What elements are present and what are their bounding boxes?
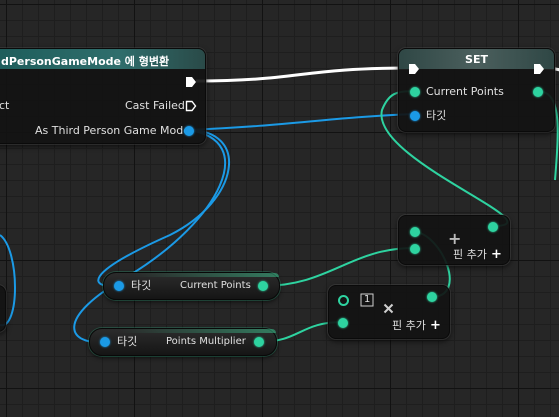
- object-wire-set-target: [187, 113, 415, 131]
- add-input-a-pin[interactable]: [410, 227, 420, 237]
- var-points-multiplier-node[interactable]: 타깃 Points Multiplier: [89, 328, 277, 356]
- offscreen-node-left[interactable]: [0, 285, 6, 332]
- exec-out-pin[interactable]: [185, 76, 197, 88]
- as-third-person-game-mode-pin[interactable]: [184, 126, 194, 136]
- set-node-header: SET: [399, 49, 554, 69]
- set-current-points-label: Current Points: [426, 85, 504, 98]
- add-output-pin[interactable]: [488, 222, 498, 232]
- set-node-title: SET: [465, 53, 488, 66]
- cast-failed-pin[interactable]: [185, 100, 197, 112]
- multiply-node-add-pin-label[interactable]: 핀 추가: [392, 320, 426, 332]
- set-target-label: 타깃: [426, 109, 447, 122]
- exec-wire: [195, 66, 411, 83]
- var-points-multiplier-target-pin[interactable]: [100, 337, 110, 347]
- set-exec-out-pin[interactable]: [533, 63, 545, 75]
- object-wire-var-points-multiplier: [73, 129, 227, 344]
- var-current-points-target-label: 타깃: [131, 279, 152, 292]
- var-current-points-node[interactable]: 타깃 Current Points: [103, 272, 280, 300]
- set-current-points-in-pin[interactable]: [410, 87, 420, 97]
- add-pin-plus-icon[interactable]: +: [491, 247, 502, 263]
- var-current-points-out-pin[interactable]: [258, 281, 268, 291]
- object-wire-var-current-points: [97, 129, 230, 288]
- set-node[interactable]: SET Current Points 타깃: [398, 48, 555, 132]
- multiply-add-pin-plus-icon[interactable]: +: [430, 318, 441, 334]
- add-input-b-pin[interactable]: [410, 244, 420, 254]
- add-node-add-pin-label[interactable]: 핀 추가: [453, 249, 487, 261]
- var-points-multiplier-out-pin[interactable]: [254, 337, 264, 347]
- multiply-output-pin[interactable]: [427, 292, 437, 302]
- multiply-input-a-pin[interactable]: [338, 295, 349, 306]
- var-current-points-name: Current Points: [180, 280, 251, 291]
- cast-node-header: dPersonGameMode 에 형변환: [0, 49, 205, 69]
- cast-node-title: dPersonGameMode 에 형변환: [1, 55, 170, 68]
- cast-node[interactable]: dPersonGameMode 에 형변환 ct Cast Failed As …: [0, 48, 206, 144]
- set-current-points-out-pin[interactable]: [533, 87, 543, 97]
- add-node[interactable]: + 핀 추가 +: [398, 215, 510, 265]
- var-current-points-target-pin[interactable]: [114, 281, 124, 291]
- set-exec-in-pin[interactable]: [408, 63, 420, 75]
- add-operator-icon: +: [448, 229, 462, 248]
- multiply-index-label: 1: [364, 294, 371, 305]
- float-wire-current-points-to-add: [261, 247, 415, 287]
- var-points-multiplier-name: Points Multiplier: [166, 336, 246, 347]
- multiply-operator-icon: [383, 303, 394, 314]
- multiply-node[interactable]: 1 핀 추가 +: [328, 285, 450, 339]
- as-third-person-game-mode-label: As Third Person Game Mode: [35, 124, 190, 137]
- var-points-multiplier-target-label: 타깃: [117, 335, 138, 348]
- cast-failed-label: Cast Failed: [125, 99, 185, 112]
- set-target-pin[interactable]: [410, 111, 420, 121]
- object-pin-label: ct: [0, 99, 10, 112]
- multiply-input-b-pin[interactable]: [338, 318, 348, 328]
